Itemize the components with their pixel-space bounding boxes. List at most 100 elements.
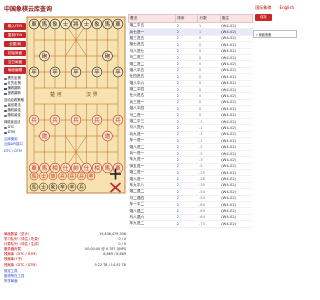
black-piece[interactable]: 車 [112, 18, 124, 30]
statistics-panel: 局面数量（总计） 19,406,479,306 学习队列（评估 / 吃录） 0 / … [4, 232, 126, 284]
option-flip-vertical[interactable]: 竖着翻转 [4, 91, 26, 96]
black-piece[interactable]: 馬 [39, 18, 50, 30]
full-view-button[interactable]: 全图/局 [4, 40, 26, 48]
red-pawn[interactable]: 兵 [91, 114, 103, 126]
radio-icon [4, 82, 7, 86]
black-piece[interactable]: 馬 [102, 18, 113, 30]
red-pawn[interactable]: 兵 [112, 114, 124, 126]
svg-text:馬: 馬 [32, 174, 37, 180]
captured-piece: 馬 [29, 171, 39, 181]
piece-label: 象 [52, 20, 58, 28]
radio-icon [4, 126, 7, 130]
black-pawn[interactable]: 卒 [91, 66, 103, 78]
header-note: 备注 [219, 14, 254, 23]
black-piece[interactable]: 車 [28, 18, 40, 30]
piece-label: 車 [31, 20, 37, 28]
link-english[interactable]: English [280, 5, 294, 10]
piece-label: 卒 [52, 68, 58, 76]
chess-board[interactable]: 楚 河 汉 界 車馬象士將士象馬車砲 砲卒卒卒卒卒兵兵兵兵兵炮 炮車馬相仕帥仕相馬車… [26, 16, 126, 194]
red-pawn[interactable]: 兵 [28, 114, 40, 126]
save-button[interactable]: 保存 [255, 14, 272, 21]
move-cell: -73 [197, 220, 221, 228]
svg-text:炮: 炮 [51, 173, 56, 180]
piece-label: 馬 [105, 21, 111, 28]
piece-label: 卒 [94, 68, 100, 76]
black-cannon[interactable]: 砲 [102, 50, 113, 62]
red-piece[interactable]: 帥 [70, 162, 82, 174]
piece-label: 炮 [42, 132, 48, 140]
black-piece[interactable]: 象 [49, 18, 61, 30]
copy-fen-button[interactable]: 复制FEN [4, 31, 26, 39]
piece-label: 卒 [73, 68, 79, 76]
link-dtc-dtm[interactable]: DTC / DTM [4, 149, 26, 154]
piece-label: 相 [52, 164, 57, 172]
move-cell: 车九进二 [128, 220, 176, 228]
piece-label: 將 [73, 20, 79, 28]
moves-header-row: 着法 排序 分数 备注 [127, 14, 254, 23]
black-pawn[interactable]: 卒 [112, 66, 124, 78]
red-piece[interactable]: 仕 [81, 162, 92, 174]
piece-label: 兵 [115, 116, 121, 124]
option-dtm[interactable]: DTM [4, 130, 26, 135]
red-piece[interactable]: 車 [112, 162, 124, 174]
svg-text:士: 士 [41, 173, 46, 180]
red-piece[interactable]: 車 [28, 162, 40, 174]
top-links: 国际象棋 English [248, 5, 294, 11]
piece-label: 砲 [42, 52, 48, 60]
note-dropdown[interactable]: ▾局面索备 [253, 30, 297, 38]
radio-icon [4, 77, 7, 81]
red-pawn[interactable]: 兵 [49, 114, 61, 126]
auto-strategy: 自动应着策略 最佳着法 随机最佳 随机最佳 [4, 98, 26, 118]
svg-text:兵: 兵 [70, 173, 75, 180]
piece-label: 相 [94, 164, 99, 172]
piece-label: 兵 [31, 116, 37, 124]
sidebar-links: 云库使用 云库API接口 DTC / DTM [4, 137, 26, 154]
red-cannon[interactable]: 炮 [102, 130, 113, 142]
stat-row: 残局库（DTC / DTM） 9.22 TB / 14.92 TB [4, 262, 126, 267]
checkbox-icon [4, 87, 7, 91]
piece-label: 卒 [31, 68, 37, 76]
moves-body: 炮二平五 2 1 (W4-02) 兵七进一 2 1 (W4-02) 相三进五 2 0 (W4-02) 相… [128, 22, 253, 228]
red-pawn[interactable]: 兵 [70, 114, 82, 126]
black-piece[interactable]: 士 [60, 18, 71, 30]
red-cannon[interactable]: 炮 [39, 130, 50, 142]
black-pawn[interactable]: 卒 [49, 66, 61, 78]
link-cloud-api[interactable]: 云库API接口 [4, 142, 26, 147]
black-piece[interactable]: 將 [70, 18, 82, 30]
piece-label: 仕 [63, 164, 69, 172]
black-pawn[interactable]: 卒 [28, 66, 40, 78]
edit-position-button[interactable]: 局面编辑 [4, 67, 26, 74]
black-pawn[interactable]: 卒 [70, 66, 82, 78]
piece-label: 士 [63, 20, 69, 28]
note-text: 局面索备 [258, 33, 272, 37]
header-score: 分数 [197, 14, 221, 23]
initial-position-button[interactable]: 初始局面 [4, 49, 26, 57]
red-piece[interactable]: 相 [91, 162, 103, 174]
svg-text:馬: 馬 [32, 185, 37, 191]
blank-position-button[interactable]: 空白局面 [4, 58, 26, 66]
page-title: 中国象棋云库查询 [4, 6, 53, 13]
piece-label: 馬 [42, 21, 48, 28]
network-mode: 网络延迟法 DTC DTM [4, 120, 26, 135]
piece-label: 炮 [105, 132, 111, 140]
red-piece[interactable]: 馬 [39, 162, 50, 174]
red-piece[interactable]: 仕 [60, 162, 71, 174]
move-row[interactable]: 车九进二 2 -73 (W4-02) [128, 220, 253, 228]
svg-text:兵: 兵 [60, 173, 65, 180]
link-learned-positions[interactable]: 所学局面 [4, 279, 126, 284]
piece-label: 馬 [42, 165, 48, 172]
captured-piece: 卒 [67, 182, 77, 192]
black-cannon[interactable]: 砲 [39, 50, 50, 62]
sidebar: 输入FEN 复制FEN 全图/局 初始局面 空白局面 局面编辑 黑先走棋 红先走… [4, 23, 26, 154]
piece-label: 車 [31, 164, 37, 172]
link-international-chess[interactable]: 国际象棋 [255, 5, 271, 10]
input-fen-button[interactable]: 输入FEN [4, 23, 26, 30]
option-random-best-2[interactable]: 随机最佳 [4, 113, 26, 118]
red-piece[interactable]: 馬 [102, 162, 113, 174]
piece-label: 士 [84, 20, 90, 28]
black-piece[interactable]: 士 [81, 18, 92, 30]
svg-text:卒: 卒 [60, 184, 65, 191]
red-piece[interactable]: 相 [49, 162, 61, 174]
side-options: 黑先走棋 红先走棋 横着翻转 竖着翻转 [4, 76, 26, 96]
black-piece[interactable]: 象 [91, 18, 103, 30]
